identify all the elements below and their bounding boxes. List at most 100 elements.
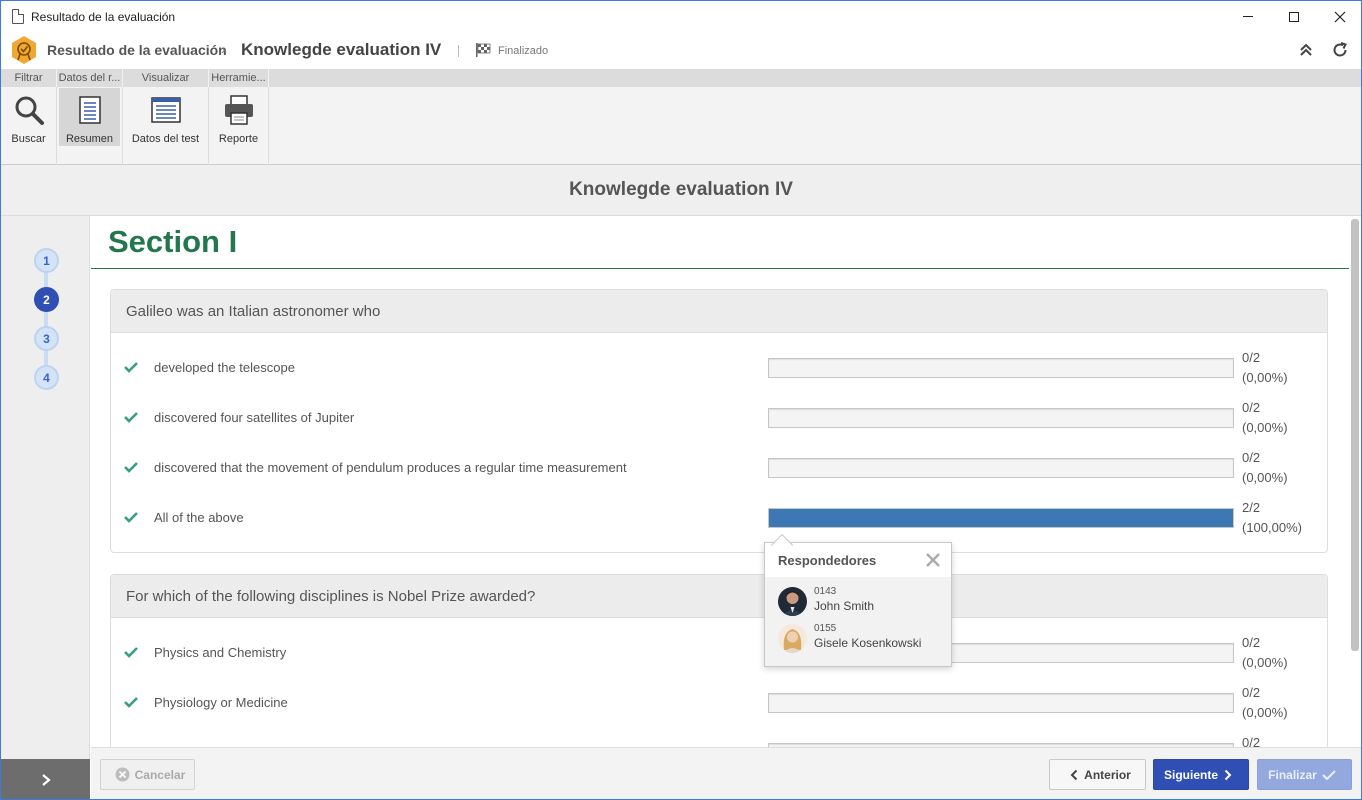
ribbon-tab-tools: Herramie... bbox=[209, 69, 269, 87]
main-content: Section I Galileo was an Italian astrono… bbox=[91, 216, 1349, 747]
breadcrumb-current: Knowlegde evaluation IV bbox=[241, 40, 442, 59]
check-icon bbox=[124, 412, 138, 423]
avatar bbox=[778, 624, 807, 653]
response-percent: (0,00%) bbox=[1242, 370, 1288, 385]
respondent-id: 0143 bbox=[814, 586, 837, 597]
ribbon-tab-filter: Filtrar bbox=[1, 69, 57, 87]
window-title: Resultado de la evaluación bbox=[31, 9, 176, 24]
answer-option: All of the above 2/2 (100,00%) bbox=[111, 498, 1327, 538]
vertical-scrollbar[interactable] bbox=[1351, 219, 1359, 651]
chevron-right-icon bbox=[41, 773, 51, 786]
response-count: 0/2 (0,00%) bbox=[1242, 448, 1288, 488]
expand-panel-button[interactable] bbox=[1, 759, 90, 799]
response-bar[interactable] bbox=[768, 408, 1234, 428]
search-icon bbox=[15, 96, 44, 125]
response-count: 0/2 (0,00%) bbox=[1242, 683, 1288, 723]
option-label: Physiology or Medicine bbox=[154, 695, 288, 710]
chevron-right-icon bbox=[1224, 769, 1232, 780]
breadcrumb-root[interactable]: Resultado de la evaluación bbox=[47, 42, 227, 58]
finish-button[interactable]: Finalizar bbox=[1257, 759, 1352, 790]
printer-icon bbox=[224, 95, 253, 125]
app-window: Resultado de la evaluación Resultado de … bbox=[0, 0, 1362, 800]
previous-button[interactable]: Anterior bbox=[1049, 759, 1146, 790]
test-data-button-label: Datos del test bbox=[131, 133, 200, 145]
question-text: Galileo was an Italian astronomer who bbox=[111, 290, 1327, 333]
ribbon-toolbar: Buscar Resumen Datos del test Reporte bbox=[1, 87, 1361, 165]
response-count-value: 0/2 bbox=[1242, 450, 1261, 465]
section-divider bbox=[91, 268, 1349, 269]
respondents-list: 0143 John Smith 0155 Gisele Kosenkowski bbox=[765, 577, 951, 666]
search-button[interactable]: Buscar bbox=[2, 88, 56, 146]
response-percent: (0,00%) bbox=[1242, 470, 1288, 485]
close-window-button[interactable] bbox=[1317, 1, 1361, 32]
response-percent: (0,00%) bbox=[1242, 705, 1288, 720]
section-stepper: 1 2 3 4 bbox=[1, 216, 90, 759]
check-icon bbox=[124, 362, 138, 373]
document-icon bbox=[12, 9, 24, 24]
answer-option: Physiology or Medicine 0/2 (0,00%) bbox=[111, 683, 1327, 723]
step-3[interactable]: 3 bbox=[34, 326, 59, 351]
popover-title: Respondedores bbox=[778, 553, 877, 568]
cancel-button[interactable]: Cancelar bbox=[100, 759, 195, 790]
ribbon-tab-view: Visualizar bbox=[123, 69, 209, 87]
question-text: For which of the following disciplines i… bbox=[111, 575, 1327, 618]
chevron-left-icon bbox=[1070, 769, 1078, 780]
response-bar[interactable] bbox=[768, 358, 1234, 378]
option-label: discovered four satellites of Jupiter bbox=[154, 410, 355, 425]
answer-option: discovered four satellites of Jupiter 0/… bbox=[111, 398, 1327, 438]
respondent-name: Gisele Kosenkowski bbox=[814, 636, 922, 650]
check-icon bbox=[124, 697, 138, 708]
response-bar[interactable] bbox=[768, 508, 1234, 528]
minimize-button[interactable] bbox=[1225, 1, 1271, 32]
report-button-label: Reporte bbox=[218, 133, 259, 145]
response-percent: (100,00%) bbox=[1242, 520, 1302, 535]
check-icon bbox=[124, 462, 138, 473]
respondent-item[interactable]: 0143 John Smith bbox=[778, 585, 948, 617]
response-count: 0/2 (0,00%) bbox=[1242, 348, 1288, 388]
refresh-icon[interactable] bbox=[1331, 41, 1349, 59]
stepper-line bbox=[44, 261, 48, 379]
response-count-value: 2/2 bbox=[1242, 500, 1261, 515]
ribbon-group-view: Datos del test bbox=[123, 87, 209, 165]
next-button[interactable]: Siguiente bbox=[1153, 759, 1249, 790]
maximize-button[interactable] bbox=[1271, 1, 1317, 32]
breadcrumb-separator-icon: › bbox=[221, 41, 226, 57]
response-count: 0/2 bbox=[1242, 733, 1260, 747]
step-1[interactable]: 1 bbox=[34, 248, 59, 273]
response-bar[interactable] bbox=[768, 458, 1234, 478]
checkered-flag-icon bbox=[476, 43, 491, 57]
ribbon-group-labels: Filtrar Datos del r... Visualizar Herram… bbox=[1, 69, 1361, 87]
header-divider bbox=[458, 45, 459, 57]
summary-button[interactable]: Resumen bbox=[59, 88, 120, 146]
status-badge: Finalizado bbox=[498, 45, 549, 57]
test-data-button[interactable]: Datos del test bbox=[124, 88, 208, 146]
response-count: 2/2 (100,00%) bbox=[1242, 498, 1302, 538]
step-2[interactable]: 2 bbox=[34, 287, 59, 312]
response-percent: (0,00%) bbox=[1242, 420, 1288, 435]
response-percent: (0,00%) bbox=[1242, 655, 1288, 670]
response-bar-fill bbox=[769, 509, 1233, 527]
section-title: Section I bbox=[108, 224, 238, 259]
respondents-popover: Respondedores 0143 John Smith 0155 Gisel… bbox=[764, 533, 952, 667]
ribbon-tab-data: Datos del r... bbox=[57, 69, 123, 87]
close-icon[interactable] bbox=[925, 552, 941, 568]
response-count-value: 0/2 bbox=[1242, 400, 1261, 415]
ribbon-group-tools: Reporte bbox=[209, 87, 269, 165]
cancel-icon bbox=[115, 767, 130, 782]
collapse-icon[interactable] bbox=[1297, 41, 1315, 59]
response-count-value: 0/2 bbox=[1242, 635, 1261, 650]
response-bar[interactable] bbox=[768, 693, 1234, 713]
step-4[interactable]: 4 bbox=[34, 365, 59, 390]
option-label: All of the above bbox=[154, 510, 244, 525]
checkmark-icon bbox=[1322, 769, 1336, 780]
test-data-icon bbox=[150, 97, 181, 123]
search-button-label: Buscar bbox=[11, 133, 46, 145]
question-card: Galileo was an Italian astronomer who de… bbox=[110, 289, 1328, 553]
respondent-id: 0155 bbox=[814, 623, 837, 634]
respondent-item[interactable]: 0155 Gisele Kosenkowski bbox=[778, 622, 948, 654]
answer-option: Physics and Chemistry 0/2 (0,00%) bbox=[111, 633, 1327, 673]
response-count-value: 0/2 bbox=[1242, 735, 1261, 747]
minimize-icon bbox=[1243, 16, 1253, 17]
breadcrumb-header: Resultado de la evaluación › Knowlegde e… bbox=[1, 32, 1361, 69]
report-button[interactable]: Reporte bbox=[210, 88, 268, 146]
